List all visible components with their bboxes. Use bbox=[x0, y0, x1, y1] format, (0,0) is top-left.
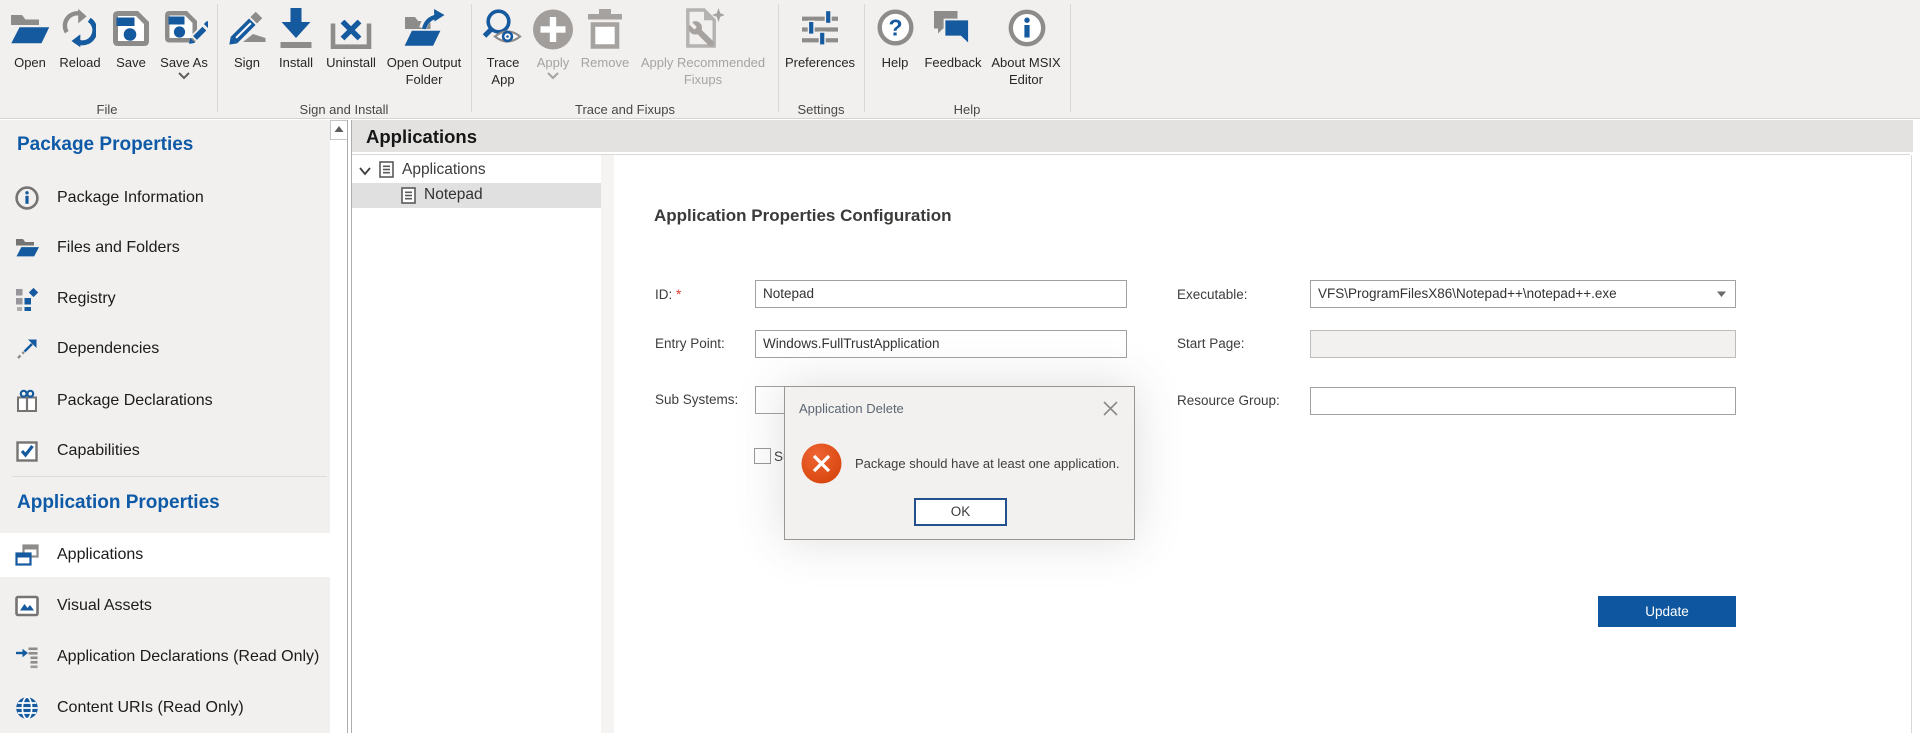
svg-text:?: ? bbox=[888, 15, 902, 41]
